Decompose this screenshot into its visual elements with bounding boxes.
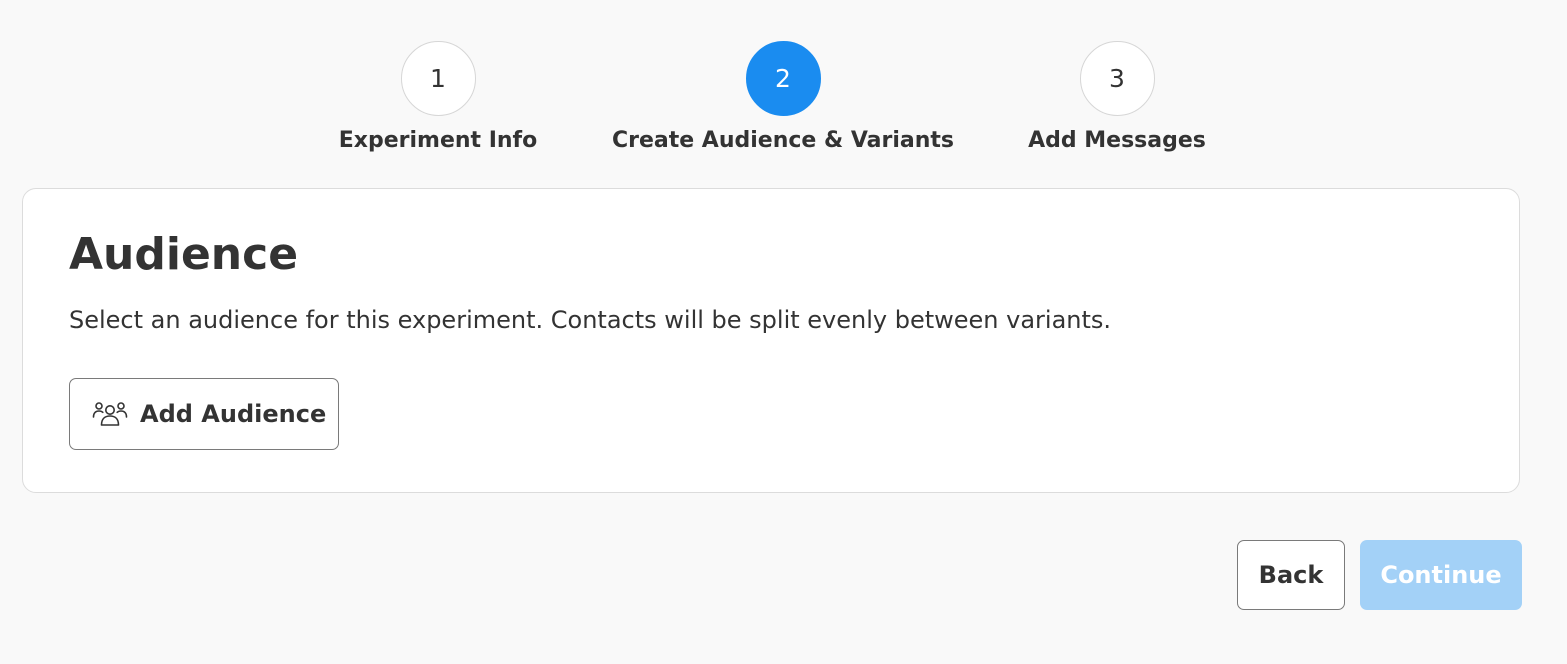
step-number: 1 xyxy=(400,41,476,116)
step-add-messages: 3 Add Messages xyxy=(937,41,1297,153)
step-number: 2 xyxy=(745,41,821,116)
step-label: Create Audience & Variants xyxy=(611,128,955,153)
step-create-audience-variants: 2 Create Audience & Variants xyxy=(603,41,963,153)
audience-title: Audience xyxy=(69,229,299,280)
add-audience-button[interactable]: Add Audience xyxy=(69,378,339,450)
continue-button[interactable]: Continue xyxy=(1360,540,1522,610)
audience-card: Audience Select an audience for this exp… xyxy=(22,188,1520,493)
audience-description: Select an audience for this experiment. … xyxy=(69,306,1112,334)
users-icon xyxy=(92,399,128,429)
stepper: 1 Experiment Info 2 Create Audience & Va… xyxy=(0,0,1567,170)
step-experiment-info: 1 Experiment Info xyxy=(258,41,618,153)
step-number: 3 xyxy=(1079,41,1155,116)
step-label: Add Messages xyxy=(1028,128,1206,153)
add-audience-label: Add Audience xyxy=(140,400,327,428)
step-label: Experiment Info xyxy=(338,128,538,153)
back-button[interactable]: Back xyxy=(1237,540,1345,610)
